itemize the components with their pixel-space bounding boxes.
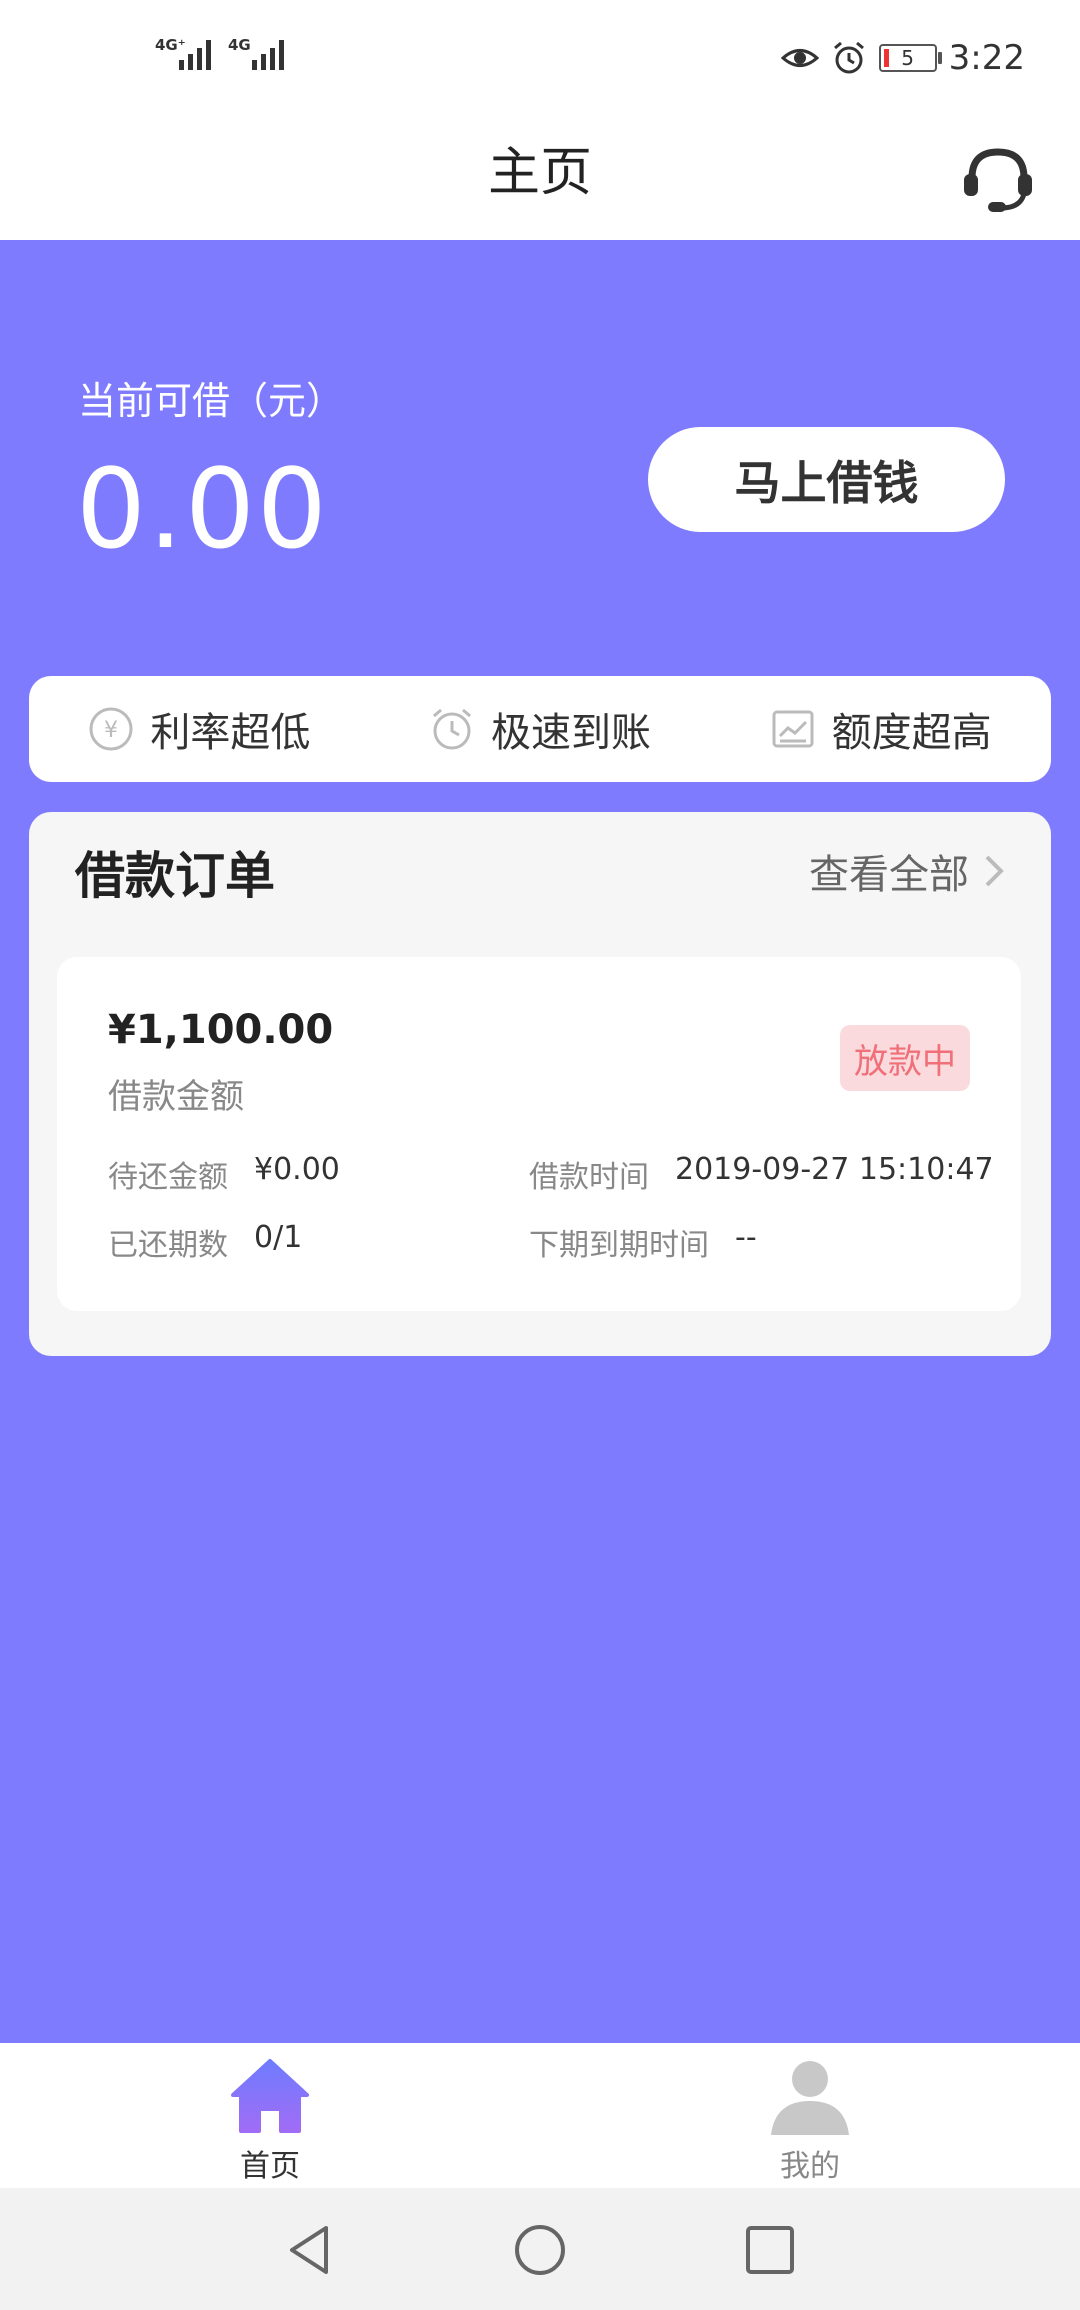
sim1-network-tag: 4G⁺ xyxy=(155,36,186,54)
loan-orders-card: 借款订单 查看全部 ¥1,100.00 借款金额 放款中 待还金额 ¥0.00 … xyxy=(29,812,1051,1356)
status-badge: 放款中 xyxy=(840,1025,970,1091)
tab-home[interactable]: 首页 xyxy=(190,2055,350,2185)
available-credit-amount: 0.00 xyxy=(76,445,329,573)
pending-amount-value: ¥0.00 xyxy=(254,1152,340,1187)
sim2-signal-icon: 4G xyxy=(228,36,284,70)
features-bar: ¥ 利率超低 极速到账 额度超高 xyxy=(29,676,1051,782)
navigation-header: 主页 xyxy=(0,120,1080,240)
repaid-periods-value: 0/1 xyxy=(254,1220,303,1255)
borrow-now-button[interactable]: 马上借钱 xyxy=(648,427,1005,532)
customer-service-icon[interactable] xyxy=(958,138,1038,218)
status-bar: 4G⁺ 4G 5 3:22 xyxy=(0,0,1080,120)
feature-high-limit: 额度超高 xyxy=(770,700,992,758)
next-due-row: 下期到期时间 -- xyxy=(529,1220,757,1264)
view-all-label: 查看全部 xyxy=(809,852,969,898)
feature-label: 极速到账 xyxy=(490,710,651,756)
loan-time-row: 借款时间 2019-09-27 15:10:47 xyxy=(529,1152,994,1196)
loan-amount-label: 借款金额 xyxy=(108,1077,244,1117)
bottom-tab-bar: 首页 我的 xyxy=(0,2043,1080,2188)
tab-home-label: 首页 xyxy=(240,2149,300,2184)
loan-orders-title: 借款订单 xyxy=(75,847,275,905)
page-title: 主页 xyxy=(487,143,592,203)
recent-apps-icon[interactable] xyxy=(742,2222,798,2278)
system-navigation-bar xyxy=(0,2188,1080,2310)
home-icon xyxy=(231,2059,309,2133)
feature-label: 额度超高 xyxy=(831,710,992,756)
tab-mine[interactable]: 我的 xyxy=(730,2055,890,2185)
status-right-group: 5 3:22 xyxy=(780,38,1025,78)
eye-icon xyxy=(780,49,819,67)
battery-icon: 5 xyxy=(878,44,942,72)
feature-fast-arrival: 极速到账 xyxy=(429,700,651,758)
view-all-link[interactable]: 查看全部 xyxy=(809,842,1007,900)
battery-level: 5 xyxy=(901,46,914,70)
next-due-label: 下期到期时间 xyxy=(529,1228,709,1263)
trend-chart-icon xyxy=(772,710,814,748)
sim1-signal-icon: 4G⁺ xyxy=(155,36,211,70)
back-icon[interactable] xyxy=(282,2222,338,2278)
user-icon xyxy=(771,2061,849,2135)
home-circle-icon[interactable] xyxy=(512,2222,568,2278)
repaid-periods-row: 已还期数 0/1 xyxy=(108,1220,302,1264)
pending-amount-label: 待还金额 xyxy=(108,1160,228,1195)
status-time: 3:22 xyxy=(948,38,1025,78)
feature-label: 利率超低 xyxy=(150,710,311,756)
loan-time-label: 借款时间 xyxy=(529,1160,649,1195)
pending-amount-row: 待还金额 ¥0.00 xyxy=(108,1152,340,1196)
clock-icon xyxy=(433,708,471,750)
alarm-icon xyxy=(833,41,864,74)
svg-text:¥: ¥ xyxy=(104,718,118,743)
available-credit-label: 当前可借（元） xyxy=(78,379,345,423)
loan-time-value: 2019-09-27 15:10:47 xyxy=(675,1152,994,1187)
tab-mine-label: 我的 xyxy=(780,2149,840,2184)
next-due-value: -- xyxy=(735,1220,757,1255)
yen-circle-icon: ¥ xyxy=(89,707,133,751)
chevron-right-icon xyxy=(985,855,1004,887)
sim2-network-tag: 4G xyxy=(228,36,251,54)
loan-order-item[interactable]: ¥1,100.00 借款金额 放款中 待还金额 ¥0.00 借款时间 2019-… xyxy=(57,957,1021,1311)
feature-low-rate: ¥ 利率超低 xyxy=(88,700,310,758)
loan-amount: ¥1,100.00 xyxy=(108,1007,334,1053)
repaid-periods-label: 已还期数 xyxy=(108,1228,228,1263)
